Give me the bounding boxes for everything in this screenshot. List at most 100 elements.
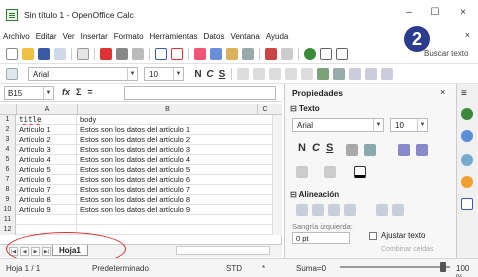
font-color-icon[interactable] [354,166,366,178]
close-button[interactable]: × [452,6,474,20]
italic-button[interactable]: C [204,69,216,80]
status-sum[interactable]: Suma=0 [296,264,326,273]
print-preview-icon[interactable] [132,47,144,60]
menu-ayuda[interactable]: Ayuda [263,32,292,41]
redo-icon[interactable] [281,47,293,60]
cell-b[interactable]: Estos son los datos del artículo 1 [78,125,258,135]
cell-a[interactable] [17,215,77,225]
cell-b[interactable] [78,215,258,225]
sidebar-font-name-select[interactable]: Arial ▼ [292,118,384,132]
name-box[interactable]: B15 ▼ [4,86,54,100]
column-header-b[interactable]: B [78,104,258,115]
cell-a[interactable]: Artículo 5 [17,165,77,175]
percent-format-icon[interactable] [333,68,345,80]
cell-a[interactable]: title [17,115,77,125]
cut-icon[interactable] [194,47,206,60]
cell-a[interactable]: Artículo 7 [17,185,77,195]
row-header[interactable]: 8 [0,185,16,195]
delete-decimal-icon[interactable] [365,68,377,80]
row-header[interactable]: 5 [0,155,16,165]
hyperlink-icon[interactable] [304,47,316,60]
zoom-slider[interactable] [340,266,450,268]
cell-b[interactable]: Estos son los datos del artículo 2 [78,135,258,145]
font-size-select[interactable]: 10 ▼ [144,67,184,81]
cell-a[interactable]: Artículo 1 [17,125,77,135]
row-header[interactable]: 3 [0,135,16,145]
function-wizard-icon[interactable]: fx [62,87,70,97]
row-header[interactable]: 4 [0,145,16,155]
strikethrough-icon[interactable] [346,144,358,156]
cell-a[interactable]: Artículo 6 [17,175,77,185]
grow-font-icon[interactable] [398,144,410,156]
copy-icon[interactable] [210,47,222,60]
save-icon[interactable] [38,47,50,60]
row-header[interactable]: 12 [0,225,16,235]
wrap-text-checkbox[interactable] [369,232,377,240]
currency-format-icon[interactable] [317,68,329,80]
sidebar-menu-icon[interactable]: ≡ [461,88,467,99]
cell-a[interactable]: Artículo 8 [17,195,77,205]
select-all-corner[interactable] [0,104,17,115]
row-header[interactable]: 7 [0,175,16,185]
new-document-icon[interactable] [6,47,18,60]
bold-button[interactable]: N [192,69,204,80]
minimize-button[interactable]: – [398,6,420,20]
row-header[interactable]: 2 [0,125,16,135]
sort-descending-icon[interactable] [336,47,348,60]
sidebar-font-size-select[interactable]: 10 ▼ [390,118,428,132]
export-pdf-icon[interactable] [100,47,112,60]
status-insert-mode[interactable]: STD [226,264,242,273]
row-header[interactable]: 11 [0,215,16,225]
styles-icon[interactable] [6,68,18,80]
sidebar-italic-button[interactable]: C [312,142,320,154]
decrease-indent-icon[interactable] [381,68,393,80]
superscript-icon[interactable] [296,166,308,178]
cell-b[interactable]: Estos son los datos del artículo 7 [78,185,258,195]
sidebar-align-middle-icon[interactable] [392,204,404,216]
cell-b[interactable]: Estos son los datos del artículo 8 [78,195,258,205]
sum-icon[interactable]: Σ [76,87,81,97]
email-icon[interactable] [54,47,66,60]
menu-archivo[interactable]: Archivo [0,32,33,41]
sidebar-align-right-icon[interactable] [328,204,340,216]
add-decimal-icon[interactable] [349,68,361,80]
gallery-tab-icon[interactable] [461,154,473,166]
column-header-a[interactable]: A [17,104,78,115]
menu-datos[interactable]: Datos [201,32,228,41]
row-header[interactable]: 1 [0,115,16,125]
menu-formato[interactable]: Formato [111,32,147,41]
navigator-tab-icon[interactable] [461,176,473,188]
cell-b[interactable]: Estos son los datos del artículo 5 [78,165,258,175]
sidebar-underline-button[interactable]: S [326,142,333,154]
autospellcheck-icon[interactable] [171,47,183,60]
menu-herramientas[interactable]: Herramientas [147,32,201,41]
open-folder-icon[interactable] [22,47,34,60]
sidebar-align-top-icon[interactable] [376,204,388,216]
clone-format-icon[interactable] [242,47,254,60]
status-zoom[interactable]: 100 % [456,264,478,277]
zoom-slider-thumb[interactable] [440,262,446,272]
cell-a[interactable]: Artículo 2 [17,135,77,145]
cell-b[interactable]: Estos son los datos del artículo 9 [78,205,258,215]
shadow-icon[interactable] [364,144,376,156]
print-icon[interactable] [116,47,128,60]
menu-editar[interactable]: Editar [33,32,60,41]
spacing-icon[interactable] [324,166,336,178]
row-header[interactable]: 9 [0,195,16,205]
indent-input[interactable]: 0 pt [292,232,350,244]
styles-tab-icon[interactable] [461,130,473,142]
equals-icon[interactable]: = [87,87,92,97]
cell-a[interactable]: Artículo 4 [17,155,77,165]
shrink-font-icon[interactable] [416,144,428,156]
undo-icon[interactable] [265,47,277,60]
justify-icon[interactable] [285,68,297,80]
sidebar-close-icon[interactable]: × [440,87,445,97]
cell-b[interactable]: Estos son los datos del artículo 4 [78,155,258,165]
align-left-icon[interactable] [237,68,249,80]
sidebar-justify-icon[interactable] [344,204,356,216]
sort-ascending-icon[interactable] [320,47,332,60]
align-center-icon[interactable] [253,68,265,80]
menu-ver[interactable]: Ver [60,32,78,41]
horizontal-scrollbar[interactable] [176,246,270,255]
edit-file-icon[interactable] [77,47,89,60]
